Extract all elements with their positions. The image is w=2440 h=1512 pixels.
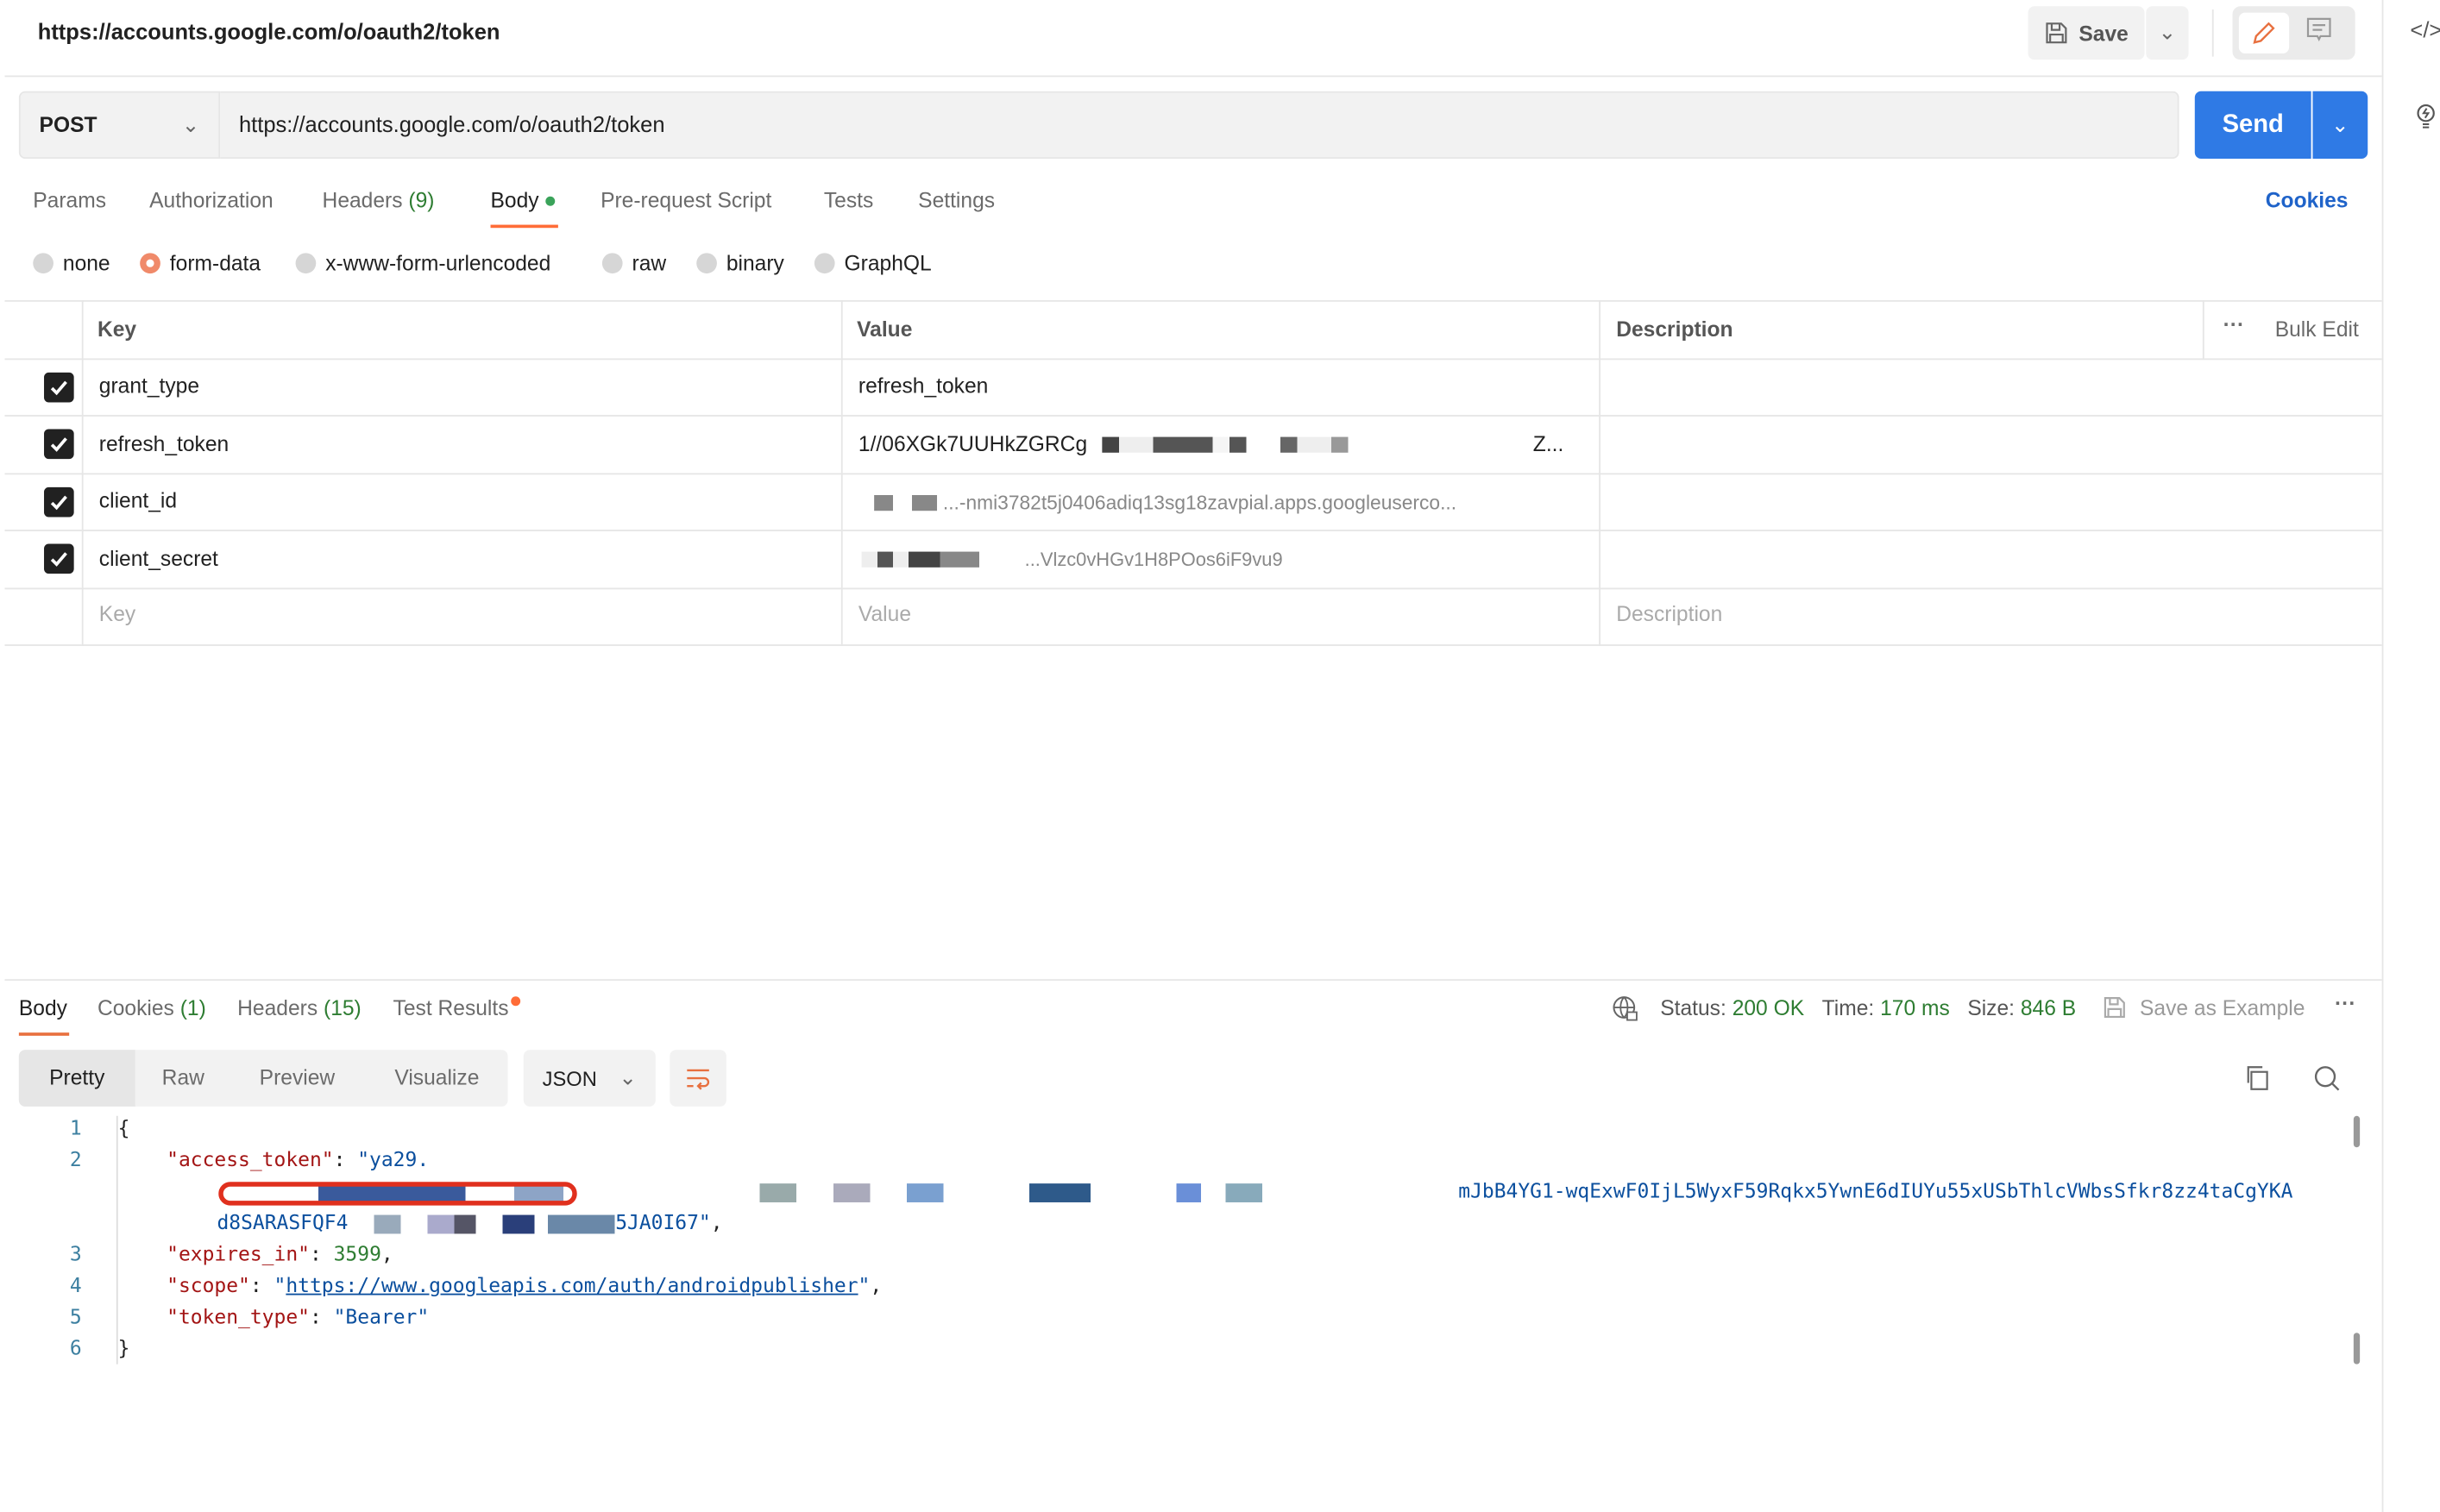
save-button[interactable]: Save (2028, 6, 2145, 60)
send-label: Send (2222, 110, 2284, 138)
send-button[interactable]: Send (2194, 91, 2311, 160)
response-more-icon[interactable]: ··· (2335, 992, 2356, 1015)
view-raw[interactable]: Raw (162, 1065, 204, 1089)
row-checkbox[interactable] (44, 372, 74, 403)
column-value: Value (857, 317, 913, 342)
redacted-mosaic (861, 552, 1019, 568)
scrollbar[interactable] (2353, 1333, 2361, 1365)
row-checkbox[interactable] (44, 486, 74, 518)
alert-dot (510, 996, 520, 1007)
tab-headers[interactable]: Headers (9) (323, 189, 435, 212)
wrap-lines-button[interactable] (670, 1050, 726, 1107)
status-value: 200 OK (1732, 996, 1805, 1020)
save-icon (2104, 997, 2125, 1019)
indent-guide (116, 1115, 129, 1365)
response-tab-headers[interactable]: Headers (15) (237, 996, 362, 1020)
pencil-icon (2253, 22, 2275, 44)
view-preview[interactable]: Preview (260, 1065, 335, 1089)
tab-underline (490, 224, 558, 229)
response-tab-body[interactable]: Body (19, 996, 67, 1020)
row-key[interactable]: grant_type (99, 374, 199, 398)
row-checkbox[interactable] (44, 429, 74, 460)
size-value: 846 B (2020, 996, 2077, 1020)
method-select[interactable]: POST ⌄ (18, 91, 221, 160)
radio-none[interactable]: none (33, 252, 110, 275)
save-icon (2046, 22, 2067, 44)
radio-form-data[interactable]: form-data (140, 252, 261, 275)
new-value-input[interactable]: Value (858, 602, 911, 625)
save-dropdown-button[interactable]: ⌄ (2146, 6, 2189, 60)
lightbulb-icon[interactable] (2412, 101, 2440, 137)
new-key-input[interactable]: Key (99, 602, 135, 625)
code-snippet-icon[interactable]: </> (2410, 17, 2440, 42)
row-value[interactable]: 1//06XGk7UUHkZGRCg Z... (858, 432, 1563, 455)
row-value[interactable]: ...Vlzc0vHGv1H8POos6iF9vu9 (861, 547, 1283, 570)
redacted-mosaic (348, 1214, 616, 1233)
response-tab-cookies[interactable]: Cookies (1) (97, 996, 206, 1020)
copy-icon[interactable] (2243, 1064, 2272, 1097)
send-dropdown-button[interactable]: ⌄ (2312, 91, 2368, 160)
row-key[interactable]: refresh_token (99, 432, 229, 455)
row-value[interactable]: ...-nmi3782t5j0406adiq13sg18zavpial.apps… (874, 491, 1456, 514)
redacted-mosaic (874, 495, 938, 512)
cookies-link[interactable]: Cookies (2266, 189, 2349, 212)
save-as-example-button[interactable]: Save as Example (2102, 994, 2305, 1020)
url-input[interactable]: https://accounts.google.com/o/oauth2/tok… (220, 91, 2179, 160)
view-pretty[interactable]: Pretty (18, 1050, 135, 1107)
chevron-down-icon: ⌄ (181, 112, 200, 136)
format-select[interactable]: JSON ⌄ (523, 1050, 656, 1107)
search-icon[interactable] (2312, 1064, 2341, 1097)
tab-body[interactable]: Body (491, 189, 555, 212)
method-value: POST (39, 113, 97, 137)
comment-icon (2306, 17, 2331, 41)
scrollbar[interactable] (2353, 1115, 2361, 1148)
request-title: https://accounts.google.com/o/oauth2/tok… (37, 18, 500, 45)
new-description-input[interactable]: Description (1616, 602, 1722, 625)
globe-network-icon[interactable] (1612, 994, 1640, 1027)
view-visualize[interactable]: Visualize (394, 1065, 479, 1089)
column-key: Key (97, 317, 137, 342)
tab-pre-request-script[interactable]: Pre-request Script (601, 189, 771, 212)
redacted-mosaic (1102, 437, 1527, 454)
comments-button[interactable] (2305, 16, 2339, 50)
tab-underline (18, 1032, 70, 1036)
annotation-red-ellipse (218, 1182, 577, 1206)
time-value: 170 ms (1880, 996, 1950, 1020)
row-checkbox[interactable] (44, 543, 74, 574)
save-label: Save (2078, 21, 2129, 45)
tab-params[interactable]: Params (33, 189, 106, 212)
edit-mode-button[interactable] (2238, 12, 2290, 53)
row-key[interactable]: client_secret (99, 547, 218, 570)
scope-link[interactable]: https://www.googleapis.com/auth/androidp… (286, 1273, 858, 1296)
tab-tests[interactable]: Tests (824, 189, 873, 212)
row-value[interactable]: refresh_token (858, 374, 988, 398)
tab-authorization[interactable]: Authorization (149, 189, 274, 212)
response-tab-test-results[interactable]: Test Results (393, 996, 520, 1020)
radio-x-www-form-urlencoded[interactable]: x-www-form-urlencoded (295, 252, 550, 275)
more-options-icon[interactable]: ··· (2223, 313, 2245, 336)
row-key[interactable]: client_id (99, 489, 177, 512)
response-meta: Status: 200 OK Time: 170 ms Size: 846 B (1660, 996, 2077, 1020)
radio-graphql[interactable]: GraphQL (814, 252, 932, 275)
radio-raw[interactable]: raw (601, 252, 666, 275)
tab-settings[interactable]: Settings (918, 189, 995, 212)
column-description: Description (1616, 317, 1733, 342)
radio-binary[interactable]: binary (696, 252, 784, 275)
chevron-down-icon: ⌄ (619, 1065, 637, 1089)
wrap-icon (687, 1069, 710, 1090)
bulk-edit-button[interactable]: Bulk Edit (2275, 317, 2359, 341)
body-active-dot (544, 197, 555, 207)
